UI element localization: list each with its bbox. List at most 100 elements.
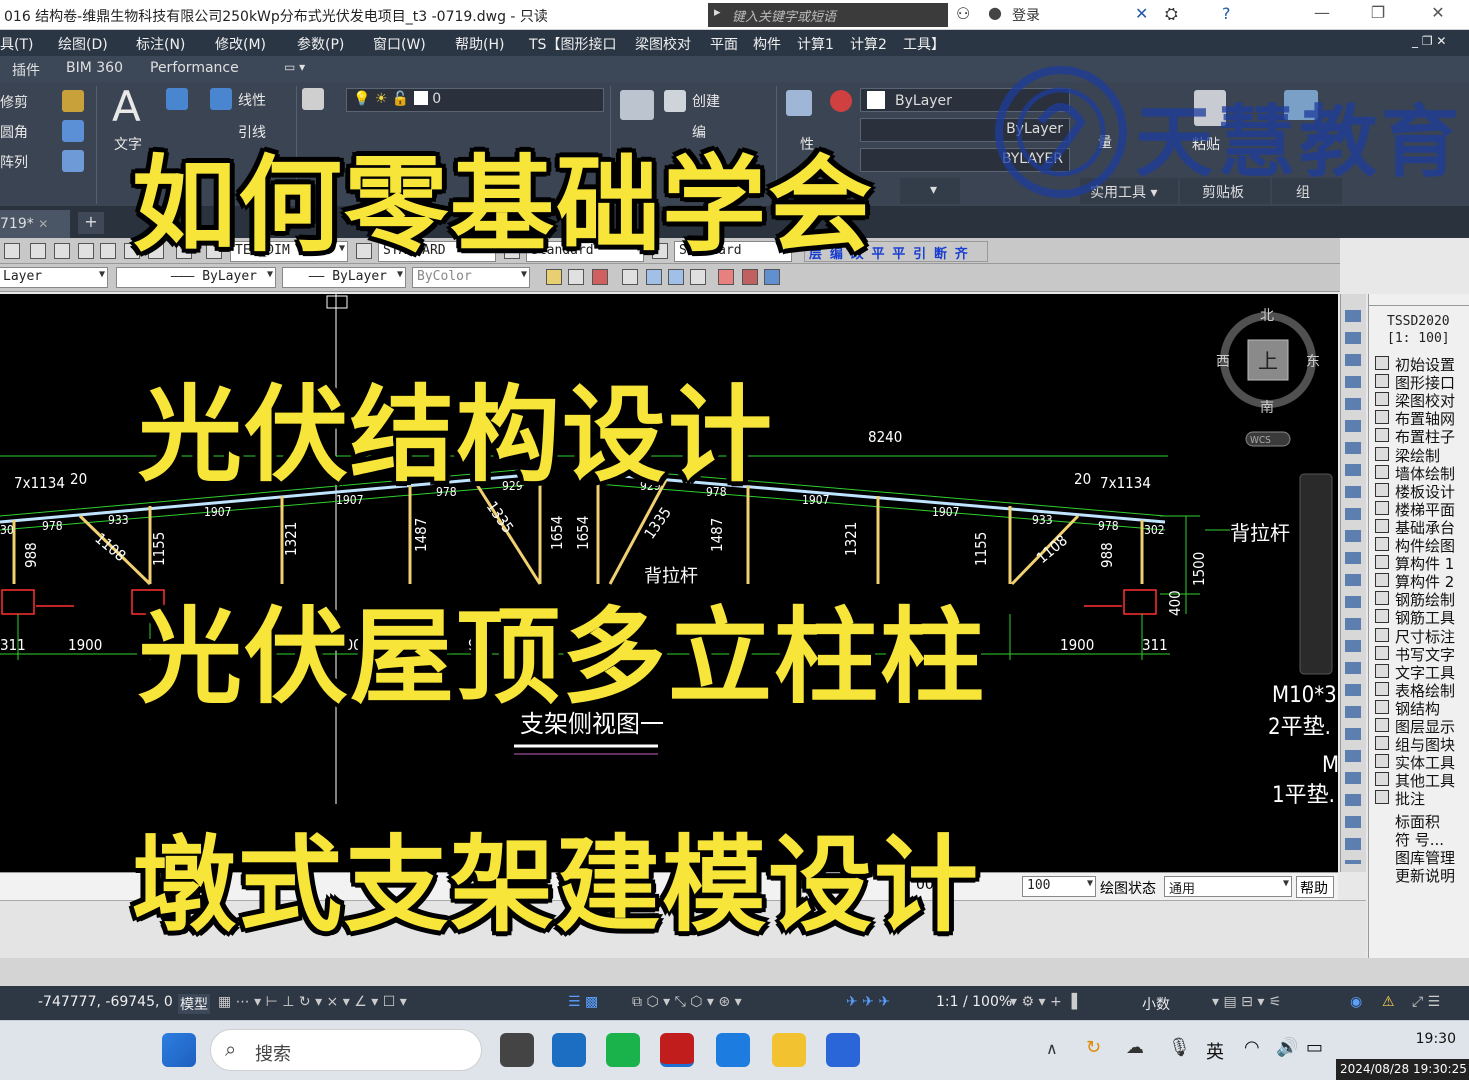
tool-icon-5[interactable] [100, 243, 116, 259]
grid-icon[interactable]: ▦ ⋯ ▾ ⊢ ⊥ ↻ ▾ ⨯ ▾ ∠ ▾ ☐ ▾ [218, 994, 407, 1010]
trim-button[interactable]: 修剪 [0, 92, 28, 112]
task-view-icon[interactable] [500, 1033, 534, 1067]
tool-icon-i[interactable] [742, 269, 758, 285]
tool-icon-3[interactable] [54, 243, 70, 259]
pencil-icon[interactable] [62, 90, 84, 112]
microphone-icon[interactable]: 🎙 [1168, 1037, 1191, 1058]
scale-dropdown[interactable]: 100 ▼ [1022, 876, 1096, 897]
file-explorer-icon[interactable] [772, 1033, 806, 1067]
wechat-icon[interactable] [606, 1033, 640, 1067]
cloud-icon[interactable]: ☁ [1126, 1037, 1144, 1058]
snap-tools-icon[interactable]: ⧉ ⬡ ▾ ⤡ ⬡ ▾ ⊛ ▾ [632, 994, 742, 1010]
store-icon[interactable] [552, 1033, 586, 1067]
linear-icon[interactable] [210, 88, 232, 110]
menu-ts-interface[interactable]: TS【图形接口 [529, 34, 616, 54]
menu-plan[interactable]: 平面 [710, 34, 738, 54]
cube-icon[interactable] [62, 120, 84, 142]
exchange-icon[interactable]: ✕ [1135, 4, 1148, 23]
insert-block-icon[interactable] [620, 90, 654, 120]
create-block-button[interactable]: 创建 [692, 91, 720, 111]
clock[interactable]: 19:30 [1366, 1031, 1456, 1047]
user-icon[interactable]: ● [988, 3, 1002, 22]
layer-dropdown[interactable]: 💡 ☀ 🔓 0 [346, 88, 604, 112]
tool-icon-g[interactable] [690, 269, 706, 285]
color-wheel-icon[interactable] [830, 90, 852, 112]
autocad-icon[interactable] [660, 1033, 694, 1067]
lark-icon[interactable] [716, 1033, 750, 1067]
tool-icon-b[interactable] [568, 269, 584, 285]
dimension-icon[interactable] [166, 88, 188, 110]
menu-beam-check[interactable]: 梁图校对 [635, 34, 691, 54]
tool-icon-f[interactable] [668, 269, 684, 285]
doc-tab-active[interactable]: 719* ✕ [0, 210, 70, 238]
annotation-scale[interactable]: 1:1 / 100% [936, 994, 1012, 1010]
tool-icon-1[interactable] [4, 243, 20, 259]
menu-window[interactable]: 窗口(W) [373, 34, 426, 54]
battery-icon[interactable]: ▭ [1306, 1037, 1323, 1058]
volume-icon[interactable]: 🔊 [1276, 1037, 1298, 1058]
tool-icon-d[interactable] [622, 269, 638, 285]
modify-tools-column[interactable] [1345, 304, 1361, 864]
menu-tools2[interactable]: 工具】 [903, 34, 945, 54]
properties-panel-expander[interactable]: ▾ [900, 178, 960, 204]
tool-icon-c[interactable] [592, 269, 608, 285]
lineweight-icon[interactable]: ☰ ▩ [568, 994, 598, 1010]
tssd-item[interactable]: 更新说明 [1395, 865, 1455, 886]
warning-icon[interactable]: ⚠ [1382, 994, 1395, 1010]
array-button[interactable]: 阵列 [0, 152, 28, 172]
layer-combo[interactable]: Layer ▼ [0, 267, 108, 288]
menu-member[interactable]: 构件 [753, 34, 781, 54]
linear-button[interactable]: 线性 [238, 90, 266, 110]
search-input[interactable]: ▸ 键入关键字或短语 [708, 3, 948, 27]
close-tab-icon[interactable]: ✕ [38, 217, 48, 231]
ribbon-options-icon[interactable]: ▭ ▾ [284, 60, 305, 74]
tray-chevron-icon[interactable]: ∧ [1046, 1039, 1058, 1058]
units-decimal[interactable]: 小数 [1142, 994, 1170, 1014]
new-tab-button[interactable]: + [78, 212, 104, 234]
menu-calc2[interactable]: 计算2 [850, 34, 887, 54]
stamp-icon[interactable] [62, 150, 84, 172]
menu-modify[interactable]: 修改(M) [215, 34, 266, 54]
tool-icon-j[interactable] [764, 269, 780, 285]
menu-parameter[interactable]: 参数(P) [297, 34, 344, 54]
tab-performance[interactable]: Performance [150, 60, 239, 76]
tool-icon-e[interactable] [646, 269, 662, 285]
tab-bim360[interactable]: BIM 360 [66, 60, 123, 76]
binoculars-icon[interactable]: ⚇ [956, 4, 970, 23]
tab-plugins[interactable]: 插件 [12, 60, 40, 80]
match-properties-icon[interactable] [786, 90, 812, 116]
create-block-icon[interactable] [664, 90, 686, 112]
tool-icon-4[interactable] [78, 243, 94, 259]
fillet-button[interactable]: 圆角 [0, 122, 28, 142]
draw-state-dropdown[interactable]: 通用 ▼ [1164, 876, 1292, 897]
tool-icon-a[interactable] [546, 269, 562, 285]
model-space-button[interactable]: 模型 [178, 994, 210, 1014]
menu-help[interactable]: 帮助(H) [455, 34, 504, 54]
menu-tools[interactable]: 具(T) [0, 34, 33, 54]
windows-start-icon[interactable] [162, 1033, 196, 1067]
ime-indicator[interactable]: 英 [1206, 1038, 1224, 1064]
settings-icon[interactable]: ▾ ⚙ ▾ + ▐ [1010, 994, 1077, 1010]
menu-draw[interactable]: 绘图(D) [58, 34, 108, 54]
autodesk-app-icon[interactable]: ⛭ [1165, 4, 1178, 24]
fullscreen-icon[interactable]: ⤢ ☰ [1412, 994, 1440, 1010]
taskbar-search[interactable]: ⌕ 搜索 [210, 1029, 482, 1071]
tssd-item[interactable]: 批注 [1395, 788, 1425, 809]
close-button[interactable]: ✕ [1418, 3, 1458, 27]
menu-window-controls[interactable]: _ ❐ ✕ [1412, 34, 1446, 48]
wifi-icon[interactable]: ◠ [1244, 1037, 1260, 1058]
units-dropdown-icon[interactable]: ▾ ▤ ⊟ ▾ ⚟ [1212, 994, 1281, 1010]
tool-icon-2[interactable] [30, 243, 46, 259]
login-button[interactable]: 登录 [1012, 5, 1040, 25]
tool-icon-h[interactable] [718, 269, 734, 285]
menu-dimension[interactable]: 标注(N) [136, 34, 185, 54]
annotation-scale-icon[interactable]: ✈ ✈ ✈ [846, 994, 890, 1010]
help-icon[interactable]: ? [1222, 4, 1231, 23]
minimize-button[interactable]: — [1302, 3, 1342, 27]
restore-button[interactable]: ❐ [1358, 3, 1398, 27]
layer-stack-icon[interactable] [302, 88, 324, 110]
help-button[interactable]: 帮助 [1296, 876, 1334, 898]
sync-icon[interactable]: ↻ [1086, 1037, 1101, 1058]
pkpm-icon[interactable] [826, 1033, 860, 1067]
menu-calc1[interactable]: 计算1 [797, 34, 834, 54]
